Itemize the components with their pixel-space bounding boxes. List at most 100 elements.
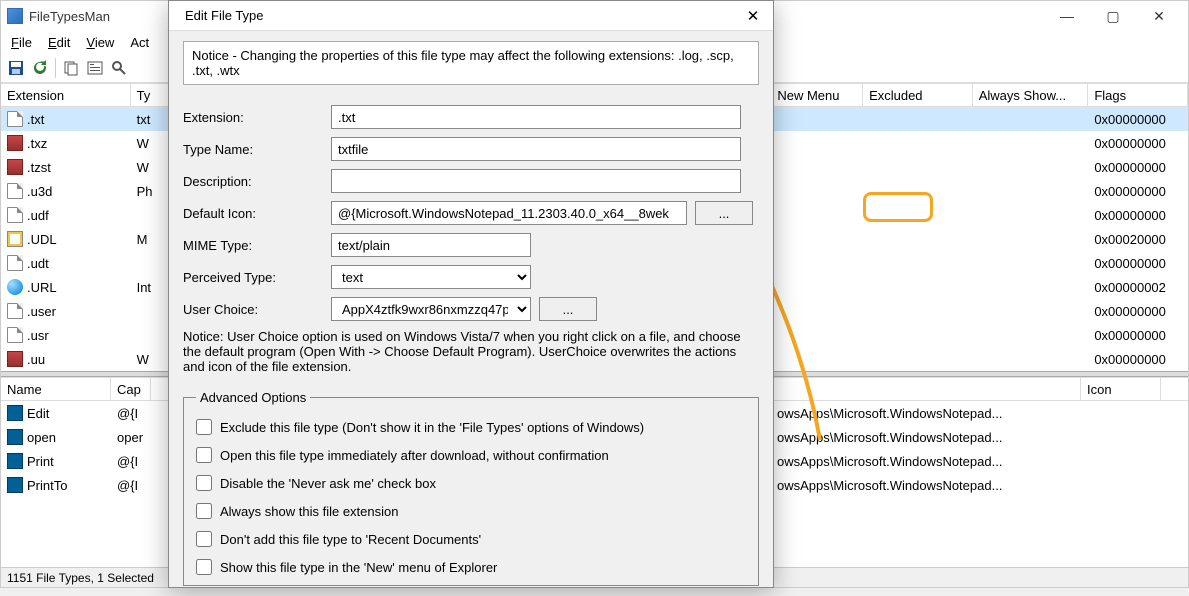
mimetype-label: MIME Type:	[183, 238, 323, 253]
type-cell: M	[131, 232, 171, 247]
hdr-cmd[interactable]	[771, 378, 1081, 400]
app-icon	[7, 8, 23, 24]
hdr-name[interactable]: Name	[1, 378, 111, 400]
action-cap: @{I	[111, 406, 151, 421]
checkbox-label: Show this file type in the 'New' menu of…	[220, 560, 497, 575]
userchoice-notice: Notice: User Choice option is used on Wi…	[183, 325, 759, 384]
hdr-extension[interactable]: Extension	[1, 84, 131, 106]
filetype-icon	[7, 351, 23, 367]
find-icon[interactable]	[108, 57, 130, 79]
filetype-icon	[7, 207, 23, 223]
flags-cell: 0x00000002	[1088, 280, 1188, 295]
defaulticon-browse-button[interactable]: ...	[695, 201, 753, 225]
maximize-button[interactable]: ▢	[1090, 1, 1136, 31]
ext-cell: .uu	[27, 352, 45, 367]
save-icon[interactable]	[5, 57, 27, 79]
dialog-close-button[interactable]: ✕	[733, 1, 773, 31]
flags-cell: 0x00000000	[1088, 304, 1188, 319]
checkbox-input[interactable]	[196, 559, 212, 575]
action-cap: oper	[111, 430, 151, 445]
advanced-checkbox-5[interactable]: Show this file type in the 'New' menu of…	[196, 553, 746, 581]
advanced-checkbox-3[interactable]: Always show this file extension	[196, 497, 746, 525]
filetype-icon	[7, 159, 23, 175]
hdr-icon[interactable]: Icon	[1081, 378, 1161, 400]
typename-input[interactable]	[331, 137, 741, 161]
defaulticon-input[interactable]	[331, 201, 687, 225]
filetype-icon	[7, 231, 23, 247]
copy-icon[interactable]	[60, 57, 82, 79]
menu-act[interactable]: Act	[124, 35, 155, 50]
flags-cell: 0x00000000	[1088, 160, 1188, 175]
action-icon	[7, 453, 23, 469]
action-name: Print	[27, 454, 54, 469]
ext-cell: .UDL	[27, 232, 57, 247]
action-name: Edit	[27, 406, 49, 421]
defaulticon-label: Default Icon:	[183, 206, 323, 221]
flags-cell: 0x00000000	[1088, 112, 1188, 127]
type-cell: txt	[131, 112, 171, 127]
filetype-icon	[7, 327, 23, 343]
ext-cell: .u3d	[27, 184, 52, 199]
hdr-cap[interactable]: Cap	[111, 378, 151, 400]
filetype-icon	[7, 135, 23, 151]
dialog-title: Edit File Type	[185, 8, 264, 23]
minimize-button[interactable]: —	[1044, 1, 1090, 31]
type-cell: Int	[131, 280, 171, 295]
menu-view[interactable]: View	[80, 35, 120, 50]
hdr-type[interactable]: Ty	[131, 84, 171, 106]
userchoice-label: User Choice:	[183, 302, 323, 317]
advanced-options-group: Advanced Options Exclude this file type …	[183, 390, 759, 586]
checkbox-input[interactable]	[196, 419, 212, 435]
extension-input[interactable]	[331, 105, 741, 129]
refresh-icon[interactable]	[29, 57, 51, 79]
userchoice-browse-button[interactable]: ...	[539, 297, 597, 321]
advanced-checkbox-2[interactable]: Disable the 'Never ask me' check box	[196, 469, 746, 497]
filetype-icon	[7, 279, 23, 295]
hdr-always[interactable]: Always Show...	[973, 84, 1089, 106]
checkbox-input[interactable]	[196, 503, 212, 519]
hdr-flags[interactable]: Flags	[1088, 84, 1188, 106]
menu-edit[interactable]: Edit	[42, 35, 76, 50]
typename-label: Type Name:	[183, 142, 323, 157]
filetype-icon	[7, 183, 23, 199]
flags-cell: 0x00000000	[1088, 352, 1188, 367]
action-cmd: owsApps\Microsoft.WindowsNotepad...	[771, 406, 1081, 421]
checkbox-input[interactable]	[196, 447, 212, 463]
menu-file[interactable]: File	[5, 35, 38, 50]
properties-icon[interactable]	[84, 57, 106, 79]
type-cell: W	[131, 352, 171, 367]
action-cmd: owsApps\Microsoft.WindowsNotepad...	[771, 430, 1081, 445]
perceivedtype-select[interactable]: text	[331, 265, 531, 289]
filetype-icon	[7, 255, 23, 271]
action-cmd: owsApps\Microsoft.WindowsNotepad...	[771, 478, 1081, 493]
checkbox-label: Open this file type immediately after do…	[220, 448, 609, 463]
description-input[interactable]	[331, 169, 741, 193]
ext-cell: .txt	[27, 112, 44, 127]
ext-cell: .usr	[27, 328, 49, 343]
type-cell: W	[131, 136, 171, 151]
hdr-newmenu[interactable]: New Menu	[771, 84, 863, 106]
advanced-checkbox-4[interactable]: Don't add this file type to 'Recent Docu…	[196, 525, 746, 553]
mimetype-input[interactable]	[331, 233, 531, 257]
checkbox-input[interactable]	[196, 475, 212, 491]
action-cap: @{I	[111, 454, 151, 469]
edit-filetype-dialog: Edit File Type ✕ Notice - Changing the p…	[168, 0, 774, 588]
flags-cell: 0x00000000	[1088, 208, 1188, 223]
flags-cell: 0x00020000	[1088, 232, 1188, 247]
userchoice-select[interactable]: AppX4ztfk9wxr86nxmzzq47px	[331, 297, 531, 321]
checkbox-label: Disable the 'Never ask me' check box	[220, 476, 436, 491]
flags-cell: 0x00000000	[1088, 184, 1188, 199]
flags-cell: 0x00000000	[1088, 328, 1188, 343]
ext-cell: .txz	[27, 136, 47, 151]
action-icon	[7, 477, 23, 493]
advanced-checkbox-0[interactable]: Exclude this file type (Don't show it in…	[196, 413, 746, 441]
ext-cell: .user	[27, 304, 56, 319]
advanced-checkbox-1[interactable]: Open this file type immediately after do…	[196, 441, 746, 469]
hdr-excluded[interactable]: Excluded	[863, 84, 973, 106]
flags-cell: 0x00000000	[1088, 136, 1188, 151]
ext-cell: .udt	[27, 256, 49, 271]
ext-cell: .URL	[27, 280, 57, 295]
checkbox-input[interactable]	[196, 531, 212, 547]
close-button[interactable]: ✕	[1136, 1, 1182, 31]
perceivedtype-label: Perceived Type:	[183, 270, 323, 285]
